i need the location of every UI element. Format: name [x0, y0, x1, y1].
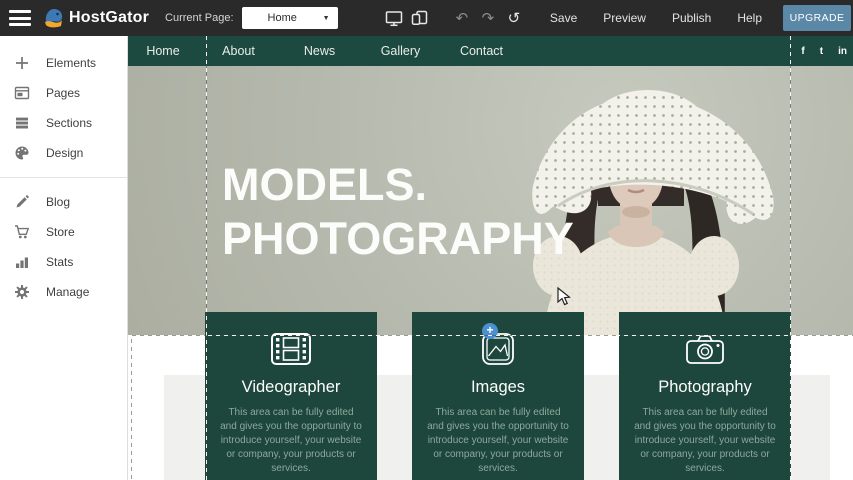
- sidebar-item-label: Store: [46, 225, 75, 239]
- social-links: f t in: [801, 36, 847, 66]
- bar-chart-icon: [14, 254, 30, 270]
- desktop-view-icon[interactable]: [381, 5, 407, 31]
- camera-icon: [684, 332, 726, 366]
- palette-icon: [14, 145, 30, 161]
- sidebar-item-label: Elements: [46, 56, 96, 70]
- preview-button[interactable]: Preview: [590, 11, 659, 25]
- editor-guide-horizontal: [128, 335, 853, 336]
- brand-name: HostGator: [69, 9, 149, 27]
- toolbar-right-group: ↶ ↷ ↺ Save Preview Publish Help UPGRADE: [381, 5, 853, 31]
- editor-guide-vertical-right: [790, 36, 791, 480]
- film-icon: [270, 332, 312, 366]
- sidebar-item-pages[interactable]: Pages: [0, 78, 127, 108]
- card-body-text: This area can be fully edited and gives …: [619, 406, 791, 476]
- site-nav-gallery[interactable]: Gallery: [360, 44, 441, 58]
- sections-icon: [14, 115, 30, 131]
- hero-title-line2: PHOTOGRAPHY: [222, 212, 574, 266]
- upgrade-button[interactable]: UPGRADE: [783, 5, 851, 31]
- site-nav-about[interactable]: About: [198, 44, 279, 58]
- site-nav-news[interactable]: News: [279, 44, 360, 58]
- sidebar-item-label: Design: [46, 146, 83, 160]
- site-nav-home[interactable]: Home: [128, 44, 198, 58]
- editor-guide-vertical-left: [206, 36, 207, 480]
- editor-guide-vertical-section: [131, 335, 132, 480]
- mouse-cursor: [557, 287, 571, 307]
- sidebar-item-stats[interactable]: Stats: [0, 247, 127, 277]
- mobile-view-icon[interactable]: [407, 5, 433, 31]
- hostgator-gator-icon: [42, 6, 66, 30]
- card-images[interactable]: + Images This area can be fully edited a…: [412, 312, 584, 480]
- site-nav-contact[interactable]: Contact: [441, 44, 522, 58]
- hero-title[interactable]: MODELS. PHOTOGRAPHY: [222, 158, 574, 266]
- sidebar-item-manage[interactable]: Manage: [0, 277, 127, 307]
- sidebar-item-sections[interactable]: Sections: [0, 108, 127, 138]
- hamburger-menu-icon[interactable]: [8, 8, 32, 28]
- page-select-value: Home: [268, 12, 297, 24]
- card-body-text: This area can be fully edited and gives …: [412, 406, 584, 476]
- sidebar-item-blog[interactable]: Blog: [0, 187, 127, 217]
- facebook-icon[interactable]: f: [801, 46, 804, 57]
- card-body-text: This area can be fully edited and gives …: [205, 406, 377, 476]
- current-page-label: Current Page:: [165, 12, 233, 24]
- pages-icon: [14, 85, 30, 101]
- cart-icon: [14, 224, 30, 240]
- help-button[interactable]: Help: [724, 11, 775, 25]
- top-toolbar: HostGator Current Page: Home ▼ ↶: [0, 0, 853, 36]
- add-image-plus-badge[interactable]: +: [482, 323, 498, 339]
- sidebar-item-elements[interactable]: Elements: [0, 48, 127, 78]
- publish-button[interactable]: Publish: [659, 11, 724, 25]
- hero-section: MODELS. PHOTOGRAPHY: [128, 66, 853, 335]
- undo-icon[interactable]: ↶: [449, 5, 475, 31]
- sidebar-item-store[interactable]: Store: [0, 217, 127, 247]
- card-photography[interactable]: Photography This area can be fully edite…: [619, 312, 791, 480]
- sidebar-divider: [0, 177, 127, 178]
- redo-icon[interactable]: ↷: [475, 5, 501, 31]
- card-title: Videographer: [205, 378, 377, 397]
- pencil-icon: [14, 194, 30, 210]
- card-title: Photography: [619, 378, 791, 397]
- history-icon[interactable]: ↺: [501, 5, 527, 31]
- card-videographer[interactable]: Videographer This area can be fully edit…: [205, 312, 377, 480]
- plus-icon: [14, 55, 30, 71]
- sidebar-item-label: Stats: [46, 255, 73, 269]
- sidebar-item-label: Manage: [46, 285, 89, 299]
- chevron-down-icon: ▼: [323, 15, 330, 22]
- site-nav-bar: Home About News Gallery Contact f t in: [128, 36, 853, 66]
- gear-icon: [14, 284, 30, 300]
- site-preview-canvas: Home About News Gallery Contact f t in: [128, 36, 853, 480]
- twitter-icon[interactable]: t: [820, 46, 823, 57]
- page-select-dropdown[interactable]: Home ▼: [242, 7, 338, 29]
- sidebar-item-label: Blog: [46, 195, 70, 209]
- linkedin-icon[interactable]: in: [838, 46, 847, 57]
- save-button[interactable]: Save: [537, 11, 590, 25]
- hostgator-logo: HostGator: [42, 6, 149, 30]
- hero-title-line1: MODELS.: [222, 158, 574, 212]
- card-title: Images: [412, 378, 584, 397]
- editor-sidebar: Elements Pages Sections: [0, 36, 128, 480]
- sidebar-item-design[interactable]: Design: [0, 138, 127, 168]
- sidebar-item-label: Sections: [46, 116, 92, 130]
- sidebar-item-label: Pages: [46, 86, 80, 100]
- hostgator-builder-window: HostGator Current Page: Home ▼ ↶: [0, 0, 853, 480]
